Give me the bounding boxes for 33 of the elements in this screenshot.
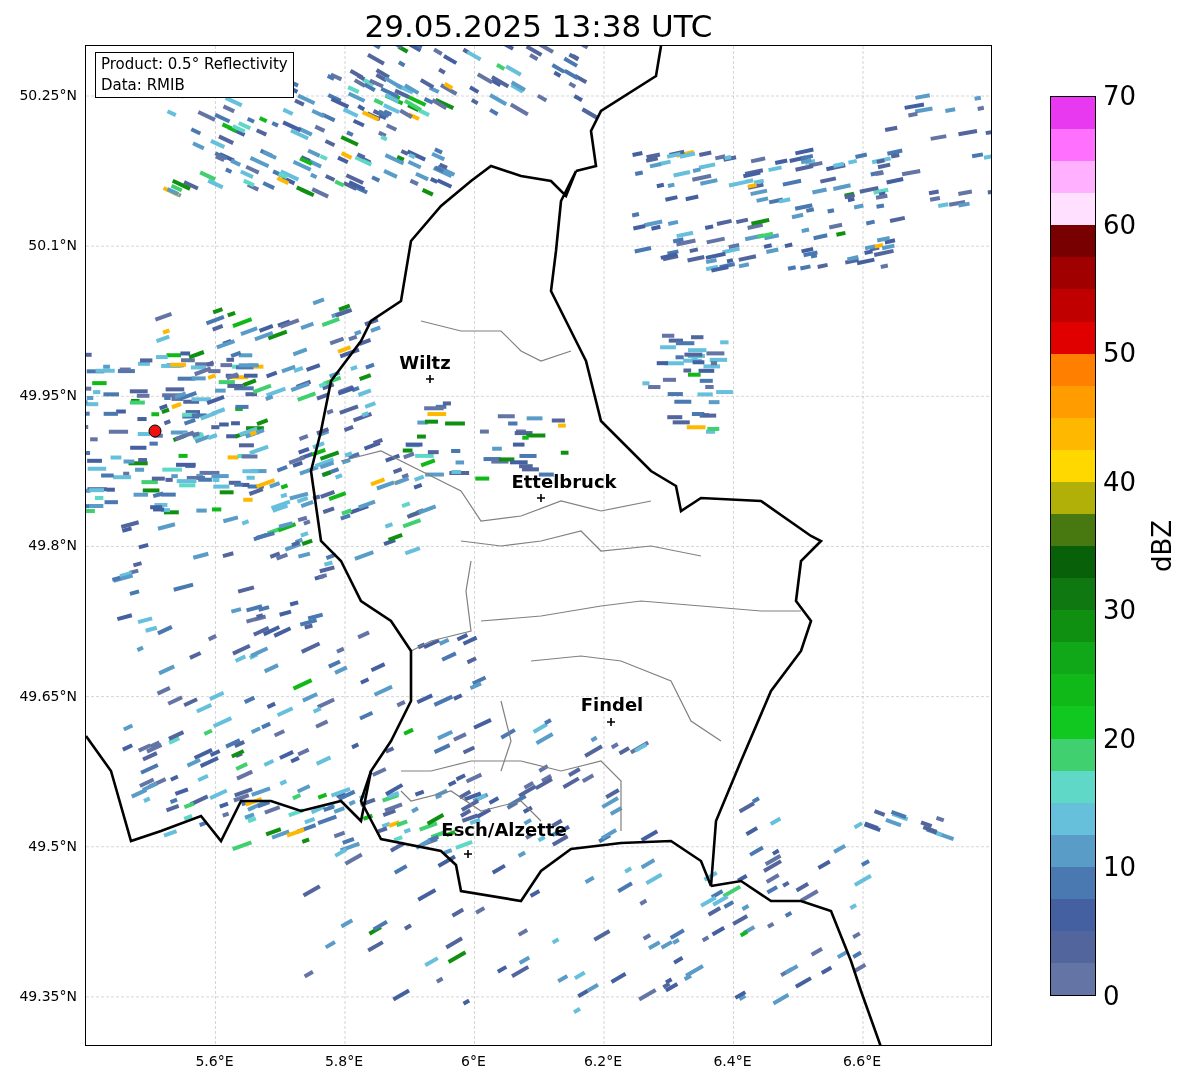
city-label: Wiltz	[399, 352, 451, 374]
latitude-label: 50.25°N	[19, 86, 77, 104]
latitude-label: 49.5°N	[28, 836, 77, 855]
colorbar-tick-label: 20	[1103, 723, 1137, 754]
info-text: Data: RMIB	[101, 75, 186, 96]
city-marker-icon	[463, 849, 473, 859]
chart-title: 29.05.2025 13:38 UTC	[364, 7, 713, 45]
radar-site-marker	[148, 424, 162, 438]
city-label: Ettelbruck	[511, 471, 617, 493]
colorbar-tick-label: 60	[1103, 209, 1137, 240]
city-marker-icon	[536, 493, 546, 503]
longitude-label: 5.8°E	[324, 1052, 364, 1070]
longitude-label: 6.2°E	[583, 1052, 623, 1070]
longitude-label: 5.6°E	[195, 1052, 234, 1070]
latitude-label: 49.35°N	[19, 986, 77, 1005]
colorbar-tick-label: 50	[1103, 338, 1137, 369]
longitude-label: 6°E	[461, 1052, 486, 1070]
colorbar-tick-label: 0	[1103, 981, 1120, 1011]
longitude-label: 6.4°E	[713, 1052, 752, 1070]
latitude-label: 50.1°N	[28, 236, 77, 255]
city-label: Findel	[580, 694, 644, 716]
city-marker-icon	[606, 717, 616, 727]
latitude-label: 49.95°N	[19, 386, 77, 405]
latitude-label: 49.8°N	[28, 536, 77, 555]
colorbar-tick-label: 30	[1103, 595, 1137, 626]
longitude-label: 6.6°E	[842, 1052, 882, 1070]
colorbar-tick-label: 70	[1103, 81, 1137, 111]
city-marker-icon	[425, 374, 435, 384]
colorbar-tick-label: 40	[1103, 466, 1137, 497]
latitude-label: 49.65°N	[19, 686, 77, 705]
colorbar-tick-label: 10	[1103, 852, 1137, 883]
colorbar-axis-label: dBZ	[1147, 519, 1178, 573]
info-text: Product: 0.5° Reflectivity	[101, 54, 288, 75]
